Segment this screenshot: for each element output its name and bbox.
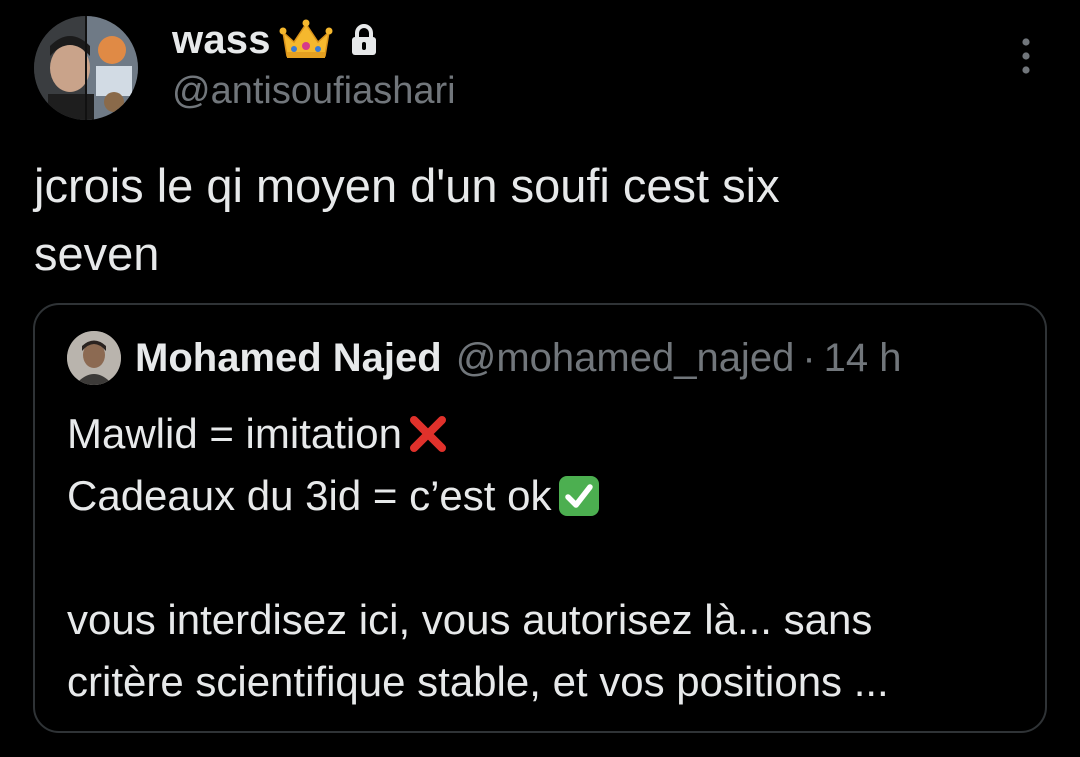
quoted-tweet-card[interactable]: Mohamed Najed @mohamed_najed · 14 h Mawl… [33,303,1047,733]
check-mark-button-icon [559,476,600,516]
quoted-avatar-image [67,331,121,385]
tweet-text: jcrois le qi moyen d'un soufi cest six s… [34,152,1044,288]
quoted-text-line: vous interdisez ici, vous autorisez là..… [67,596,873,643]
avatar-image [34,16,138,120]
tweet-text-line: jcrois le qi moyen d'un soufi cest six [34,159,780,212]
author-display-name[interactable]: wass [172,18,271,63]
tweet-text-line: seven [34,227,160,280]
quoted-timestamp[interactable]: 14 h [824,336,902,381]
tweet: wass @antisoufiashari jcrois le qi moyen… [0,0,1080,757]
more-vertical-icon[interactable] [1012,36,1040,76]
quoted-author-display-name[interactable]: Mohamed Najed [135,336,442,381]
quoted-text-line: Cadeaux du 3id = c’est ok [67,465,1027,527]
quoted-text-line: critère scientifique stable, et vos posi… [67,658,889,705]
author-handle[interactable]: @antisoufiashari [172,70,456,113]
quoted-text-segment: Mawlid = imitation [67,410,402,457]
author-avatar[interactable] [34,16,138,120]
lock-icon [351,24,376,55]
quoted-text-line: Mawlid = imitation [67,403,1027,465]
quoted-text-segment: Cadeaux du 3id = c’est ok [67,472,552,519]
quoted-text-line [67,527,1027,589]
cross-mark-icon [409,416,446,452]
quoted-author-handle[interactable]: @mohamed_najed [456,336,795,381]
author-names: wass @antisoufiashari [172,14,456,113]
separator-dot: · [802,335,816,380]
quoted-author-avatar[interactable] [67,331,121,385]
quoted-tweet-header: Mohamed Najed @mohamed_najed · 14 h [67,331,902,385]
quoted-tweet-text: Mawlid = imitation Cadeaux du 3id = c’es… [67,403,1027,713]
crown-emoji-icon [279,19,333,58]
